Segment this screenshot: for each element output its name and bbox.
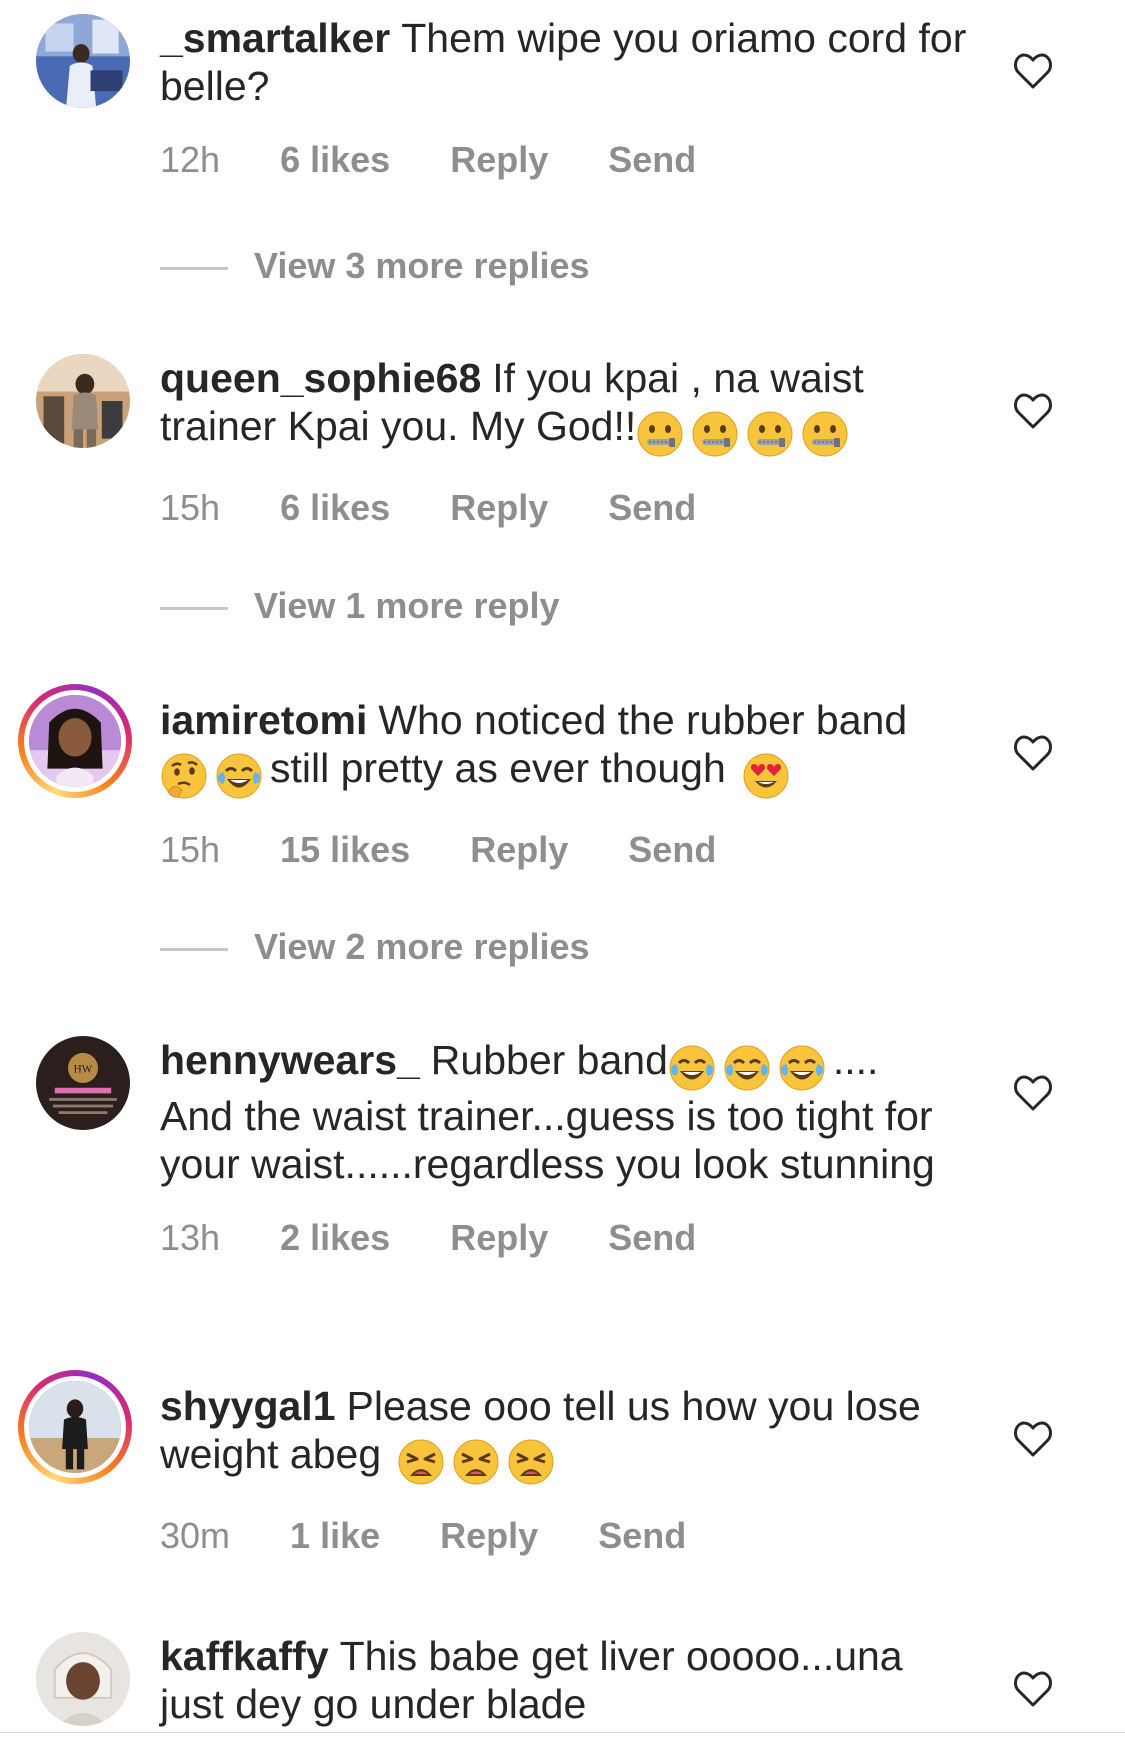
likes-count-button[interactable]: 15 likes xyxy=(280,828,410,872)
comment-meta: 13h 2 likes Reply Send xyxy=(160,1216,970,1260)
svg-text:HW: HW xyxy=(74,1064,93,1076)
view-more-replies-button[interactable]: View 1 more reply xyxy=(160,584,560,628)
weary-face-icon xyxy=(397,1438,445,1486)
heart-outline-icon xyxy=(1014,1075,1052,1111)
tears-of-joy-face-icon xyxy=(215,752,263,800)
zipper-mouth-face-icon xyxy=(636,410,684,458)
comment-meta: 15h 15 likes Reply Send xyxy=(160,828,970,872)
like-button[interactable] xyxy=(1013,1420,1053,1458)
weary-face-icon xyxy=(507,1438,555,1486)
comment-body-ellipsis: .... xyxy=(832,1037,879,1083)
heart-outline-icon xyxy=(1014,735,1052,771)
avatar xyxy=(36,1632,130,1726)
replies-divider xyxy=(160,266,228,270)
comment-username[interactable]: shyygal1 xyxy=(160,1383,336,1429)
reply-button[interactable]: Reply xyxy=(450,1216,548,1260)
reply-button[interactable]: Reply xyxy=(470,828,568,872)
zipper-mouth-face-icon xyxy=(746,410,794,458)
heart-eyes-face-icon xyxy=(742,752,790,800)
reply-button[interactable]: Reply xyxy=(450,486,548,530)
send-button[interactable]: Send xyxy=(628,828,716,872)
comment-body-continued: still pretty as ever though xyxy=(270,745,726,791)
tears-of-joy-face-icon xyxy=(668,1044,716,1092)
view-more-replies-label: View 3 more replies xyxy=(254,245,590,286)
view-more-replies-label: View 2 more replies xyxy=(254,926,590,967)
send-button[interactable]: Send xyxy=(608,486,696,530)
like-button[interactable] xyxy=(1013,52,1053,90)
replies-divider xyxy=(160,606,228,610)
avatar-link[interactable] xyxy=(36,14,130,108)
avatar xyxy=(36,14,130,108)
view-more-replies-label: View 1 more reply xyxy=(254,585,560,626)
like-button[interactable] xyxy=(1013,1670,1053,1708)
heart-outline-icon xyxy=(1014,393,1052,429)
avatar-link[interactable] xyxy=(36,354,130,448)
avatar-link[interactable]: HW xyxy=(36,1036,130,1130)
heart-outline-icon xyxy=(1014,1671,1052,1707)
reply-button[interactable]: Reply xyxy=(440,1514,538,1558)
emoji-group xyxy=(742,752,797,800)
likes-count-button[interactable]: 2 likes xyxy=(280,1216,390,1260)
send-button[interactable]: Send xyxy=(598,1514,686,1558)
comment-username[interactable]: hennywears_ xyxy=(160,1037,420,1083)
heart-outline-icon xyxy=(1014,1421,1052,1457)
bottom-divider xyxy=(0,1732,1125,1733)
send-button[interactable]: Send xyxy=(608,1216,696,1260)
comment-timestamp: 30m xyxy=(160,1515,231,1556)
comment-body: Who noticed the rubber band xyxy=(378,697,908,743)
comments-feed: _smartalker Them wipe you oriamo cord for… xyxy=(0,0,1125,1758)
reply-button[interactable]: Reply xyxy=(450,138,548,182)
comment-username[interactable]: queen_sophie68 xyxy=(160,355,481,401)
likes-count-button[interactable]: 6 likes xyxy=(280,138,390,182)
comment-timestamp: 13h xyxy=(160,1217,221,1258)
comment-body-continued: And the waist trainer...guess is too tig… xyxy=(160,1093,935,1187)
comment-text: queen_sophie68 If you kpai , na waist tra… xyxy=(160,354,970,458)
comment-timestamp: 12h xyxy=(160,139,221,180)
heart-outline-icon xyxy=(1014,53,1052,89)
likes-count-button[interactable]: 6 likes xyxy=(280,486,390,530)
avatar xyxy=(24,690,126,792)
avatar-story-ring[interactable] xyxy=(18,1370,132,1484)
thinking-face-icon xyxy=(160,752,208,800)
comment-text: hennywears_ Rubber band.... And the waist … xyxy=(160,1036,970,1188)
likes-count-button[interactable]: 1 like xyxy=(290,1514,380,1558)
comment-text: kaffkaffy This babe get liver ooooo...una… xyxy=(160,1632,970,1728)
emoji-group xyxy=(636,410,856,458)
comment-text: iamiretomi Who noticed the rubber band sti… xyxy=(160,696,970,800)
comment-username[interactable]: kaffkaffy xyxy=(160,1633,329,1679)
like-button[interactable] xyxy=(1013,392,1053,430)
emoji-group xyxy=(397,1438,562,1486)
avatar xyxy=(24,1376,126,1478)
avatar-story-ring[interactable] xyxy=(18,684,132,798)
comment-meta: 12h 6 likes Reply Send xyxy=(160,138,970,182)
comment-username[interactable]: _smartalker xyxy=(160,15,390,61)
emoji-group xyxy=(668,1044,833,1092)
avatar xyxy=(36,354,130,448)
comment-meta: 15h 6 likes Reply Send xyxy=(160,486,970,530)
comment-timestamp: 15h xyxy=(160,829,221,870)
emoji-group xyxy=(160,752,270,800)
comment-body: Rubber band xyxy=(430,1037,668,1083)
view-more-replies-button[interactable]: View 2 more replies xyxy=(160,925,590,969)
comment-username[interactable]: iamiretomi xyxy=(160,697,367,743)
avatar: HW xyxy=(36,1036,130,1130)
send-button[interactable]: Send xyxy=(608,138,696,182)
like-button[interactable] xyxy=(1013,734,1053,772)
tears-of-joy-face-icon xyxy=(723,1044,771,1092)
comment-text: shyygal1 Please ooo tell us how you lose … xyxy=(160,1382,970,1486)
avatar-link[interactable] xyxy=(36,1632,130,1726)
comment-text: _smartalker Them wipe you oriamo cord for… xyxy=(160,14,970,110)
view-more-replies-button[interactable]: View 3 more replies xyxy=(160,244,590,288)
tears-of-joy-face-icon xyxy=(778,1044,826,1092)
zipper-mouth-face-icon xyxy=(801,410,849,458)
zipper-mouth-face-icon xyxy=(691,410,739,458)
comment-timestamp: 15h xyxy=(160,487,221,528)
replies-divider xyxy=(160,947,228,951)
weary-face-icon xyxy=(452,1438,500,1486)
like-button[interactable] xyxy=(1013,1074,1053,1112)
comment-meta: 30m 1 like Reply Send xyxy=(160,1514,970,1558)
